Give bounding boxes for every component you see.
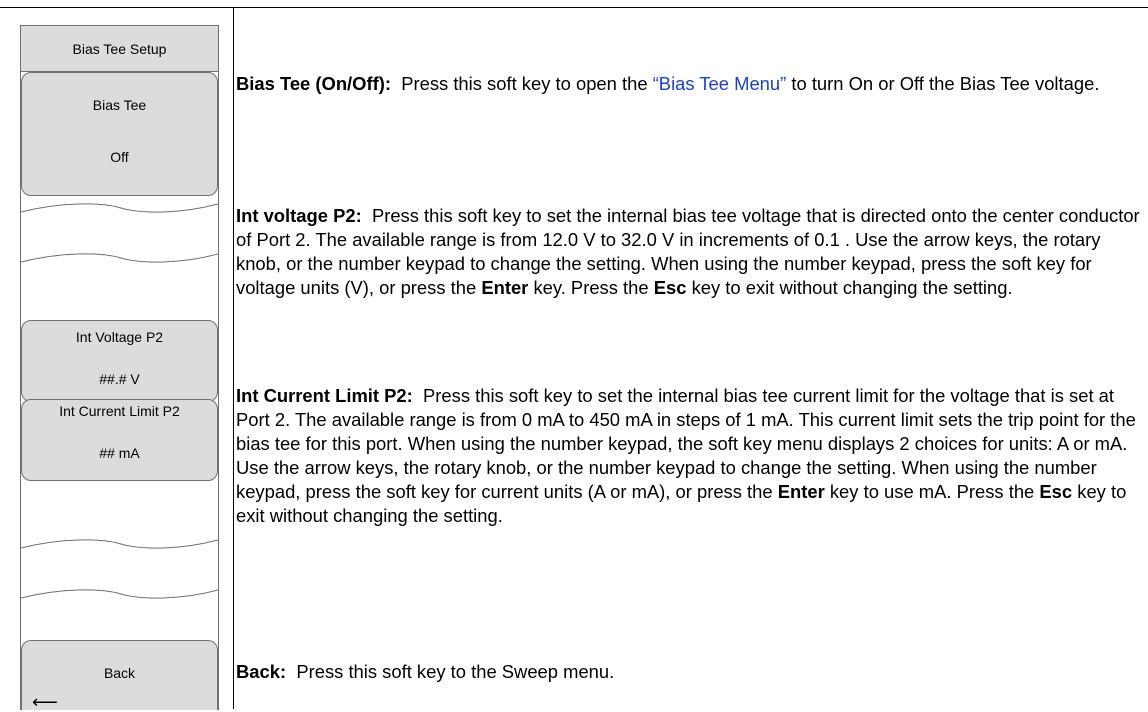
key-value: ##.# V	[99, 371, 140, 387]
back-key[interactable]: Back ⟵	[21, 640, 218, 712]
term: Int voltage P2:	[236, 205, 362, 226]
enter-key-ref: Enter	[777, 481, 825, 502]
top-rule	[0, 7, 1148, 8]
text: to turn On or Off the Bias Tee voltage.	[786, 73, 1100, 94]
menu-gap-wave	[21, 203, 218, 213]
int-voltage-description: Int voltage P2: Press this soft key to s…	[236, 204, 1141, 300]
text: key. Press the	[528, 277, 654, 298]
term: Int Current Limit P2:	[236, 385, 413, 406]
back-arrow-icon: ⟵	[32, 692, 58, 712]
int-current-description: Int Current Limit P2: Press this soft ke…	[236, 384, 1141, 528]
bias-tee-menu-link[interactable]: “Bias Tee Menu”	[653, 73, 787, 94]
bias-tee-key[interactable]: Bias Tee Off	[21, 72, 218, 196]
key-label: Int Voltage P2	[75, 329, 164, 345]
key-value: ## mA	[99, 445, 140, 461]
text: key to use mA. Press the	[824, 481, 1040, 502]
softkey-menu: Bias Tee Setup Bias Tee Off Int Voltage …	[20, 25, 219, 712]
menu-gap-wave	[21, 589, 218, 599]
column-divider	[233, 7, 234, 709]
text: Press this soft key to open the	[401, 73, 653, 94]
text: key to exit without changing the setting…	[686, 277, 1013, 298]
key-label: Back	[103, 665, 136, 681]
term: Bias Tee (On/Off):	[236, 73, 391, 94]
key-label: Int Current Limit P2	[59, 403, 180, 419]
menu-gap-wave	[21, 253, 218, 263]
esc-key-ref: Esc	[1039, 481, 1073, 502]
term: Back:	[236, 661, 287, 682]
enter-key-ref: Enter	[481, 277, 529, 298]
int-voltage-p2-key[interactable]: Int Voltage P2 ##.# V	[21, 320, 218, 402]
menu-title: Bias Tee Setup	[21, 26, 218, 72]
key-value: Off	[110, 149, 129, 165]
bias-tee-description: Bias Tee (On/Off): Press this soft key t…	[236, 72, 1141, 96]
back-description: Back: Press this soft key to the Sweep m…	[236, 660, 1141, 684]
text: Press this soft key to the Sweep menu.	[296, 661, 615, 682]
menu-gap-wave	[21, 539, 218, 549]
int-current-limit-p2-key[interactable]: Int Current Limit P2 ## mA	[21, 399, 218, 481]
esc-key-ref: Esc	[653, 277, 687, 298]
key-label: Bias Tee	[92, 97, 147, 113]
